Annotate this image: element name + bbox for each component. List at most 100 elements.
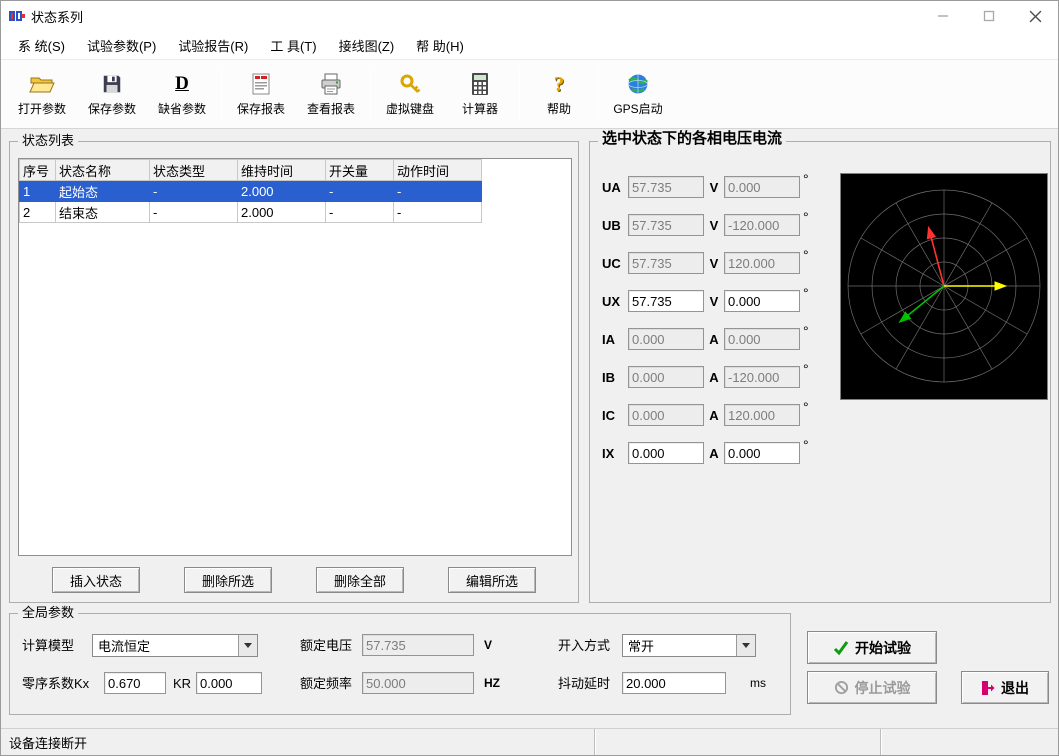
help-button[interactable]: ? 帮助: [524, 63, 594, 125]
close-button[interactable]: [1012, 1, 1058, 31]
degree-symbol: °: [803, 437, 809, 453]
delete-selected-button[interactable]: 删除所选: [184, 567, 272, 593]
phase-unit: V: [704, 294, 724, 309]
minimize-button[interactable]: [920, 1, 966, 31]
menu-system[interactable]: 系 统(S): [7, 32, 76, 59]
state-list-group: 状态列表 序号 状态名称 状态类型 维持时间 开关量 动作时间 1: [9, 141, 579, 603]
title-bar: 状态系列: [1, 1, 1058, 31]
phase-panel-group: 选中状态下的各相电压电流 UA V ° UB V ° UC V ° UX V: [589, 141, 1051, 603]
menu-tools[interactable]: 工 具(T): [259, 32, 327, 59]
ic-angle-input: [724, 404, 800, 426]
delete-all-button[interactable]: 删除全部: [316, 567, 404, 593]
chevron-down-icon[interactable]: [736, 635, 755, 656]
window-controls: [920, 1, 1058, 31]
global-params-group: 全局参数 计算模型 电流恒定 额定电压 V 开入方式 常开 零序系数Kx KR …: [9, 613, 791, 715]
rated-freq-unit: HZ: [484, 672, 500, 695]
cell[interactable]: -: [326, 202, 394, 223]
table-row[interactable]: 2 结束态 - 2.000 - -: [20, 202, 482, 223]
phase-unit: V: [704, 256, 724, 271]
jitter-input[interactable]: [622, 672, 726, 694]
menu-test-report[interactable]: 试验报告(R): [167, 32, 259, 59]
jitter-unit: ms: [750, 672, 766, 695]
ua-angle-input: [724, 176, 800, 198]
toolbar-label: GPS启动: [613, 100, 662, 117]
phase-row-uc: UC V °: [602, 252, 809, 274]
menu-wiring-diagram[interactable]: 接线图(Z): [328, 32, 406, 59]
stop-circle-icon: [834, 680, 849, 695]
toolbar-label: 缺省参数: [158, 100, 206, 117]
degree-symbol: °: [803, 285, 809, 301]
col-header[interactable]: 状态类型: [150, 160, 238, 181]
phase-fields: UA V ° UB V ° UC V ° UX V ° IA: [602, 176, 809, 464]
state-table-area: 序号 状态名称 状态类型 维持时间 开关量 动作时间 1 起始态 - 2.000…: [18, 158, 572, 556]
maximize-button[interactable]: [966, 1, 1012, 31]
view-report-button[interactable]: 查看报表: [296, 63, 366, 125]
toolbar-label: 打开参数: [18, 100, 66, 117]
kr-input[interactable]: [196, 672, 262, 694]
zero-seq-input[interactable]: [104, 672, 166, 694]
degree-symbol: °: [803, 171, 809, 187]
state-table: 序号 状态名称 状态类型 维持时间 开关量 动作时间 1 起始态 - 2.000…: [19, 159, 482, 223]
default-params-button[interactable]: D 缺省参数: [147, 63, 217, 125]
toolbar-separator: [370, 67, 371, 121]
ub-angle-input: [724, 214, 800, 236]
phase-row-ub: UB V °: [602, 214, 809, 236]
phase-unit: A: [704, 408, 724, 423]
edit-selected-button[interactable]: 编辑所选: [448, 567, 536, 593]
default-params-icon: D: [175, 71, 189, 97]
save-params-button[interactable]: 保存参数: [77, 63, 147, 125]
insert-state-button[interactable]: 插入状态: [52, 567, 140, 593]
open-params-button[interactable]: 打开参数: [7, 63, 77, 125]
phase-row-ic: IC A °: [602, 404, 809, 426]
exit-label: 退出: [1001, 678, 1029, 698]
cell[interactable]: -: [326, 181, 394, 202]
ib-magnitude-input: [628, 366, 704, 388]
menu-help[interactable]: 帮 助(H): [405, 32, 475, 59]
cell[interactable]: 2.000: [238, 202, 326, 223]
cell[interactable]: 1: [20, 181, 56, 202]
cell[interactable]: -: [150, 202, 238, 223]
cell[interactable]: 结束态: [56, 202, 150, 223]
menu-test-params[interactable]: 试验参数(P): [76, 32, 167, 59]
cell[interactable]: 2.000: [238, 181, 326, 202]
table-row-selected[interactable]: 1 起始态 - 2.000 - -: [20, 181, 482, 202]
virtual-keyboard-button[interactable]: 虚拟键盘: [375, 63, 445, 125]
check-icon: [833, 640, 849, 656]
toolbar-separator: [221, 67, 222, 121]
ux-magnitude-input[interactable]: [628, 290, 704, 312]
phase-unit: V: [704, 180, 724, 195]
cell[interactable]: 2: [20, 202, 56, 223]
ix-magnitude-input[interactable]: [628, 442, 704, 464]
col-header[interactable]: 开关量: [326, 160, 394, 181]
input-mode-combo[interactable]: 常开: [622, 634, 756, 657]
ux-angle-input[interactable]: [724, 290, 800, 312]
minimize-icon: [937, 10, 949, 22]
print-report-icon: [319, 71, 343, 97]
help-icon: ?: [554, 71, 565, 97]
stop-test-label: 停止试验: [855, 678, 911, 698]
cell[interactable]: -: [150, 181, 238, 202]
gps-start-button[interactable]: GPS启动: [603, 63, 673, 125]
phase-label: UA: [602, 180, 628, 195]
exit-button[interactable]: 退出: [961, 671, 1049, 704]
window-title: 状态系列: [31, 7, 83, 26]
col-header[interactable]: 序号: [20, 160, 56, 181]
cell[interactable]: 起始态: [56, 181, 150, 202]
col-header[interactable]: 维持时间: [238, 160, 326, 181]
save-report-button[interactable]: 保存报表: [226, 63, 296, 125]
col-header[interactable]: 动作时间: [394, 160, 482, 181]
chevron-down-icon[interactable]: [238, 635, 257, 656]
ix-angle-input[interactable]: [724, 442, 800, 464]
state-list-buttons: 插入状态 删除所选 删除全部 编辑所选: [30, 567, 558, 593]
start-test-button[interactable]: 开始试验: [807, 631, 937, 664]
cell[interactable]: -: [394, 202, 482, 223]
toolbar: 打开参数 保存参数 D 缺省参数 保存报表: [1, 59, 1058, 129]
app-window: { "window": { "title": "状态系列" }, "menu":…: [0, 0, 1059, 756]
col-header[interactable]: 状态名称: [56, 160, 150, 181]
calculator-button[interactable]: 计算器: [445, 63, 515, 125]
phasor-diagram: [840, 173, 1048, 400]
maximize-icon: [983, 10, 995, 22]
cell[interactable]: -: [394, 181, 482, 202]
toolbar-label: 查看报表: [307, 100, 355, 117]
calc-model-combo[interactable]: 电流恒定: [92, 634, 258, 657]
